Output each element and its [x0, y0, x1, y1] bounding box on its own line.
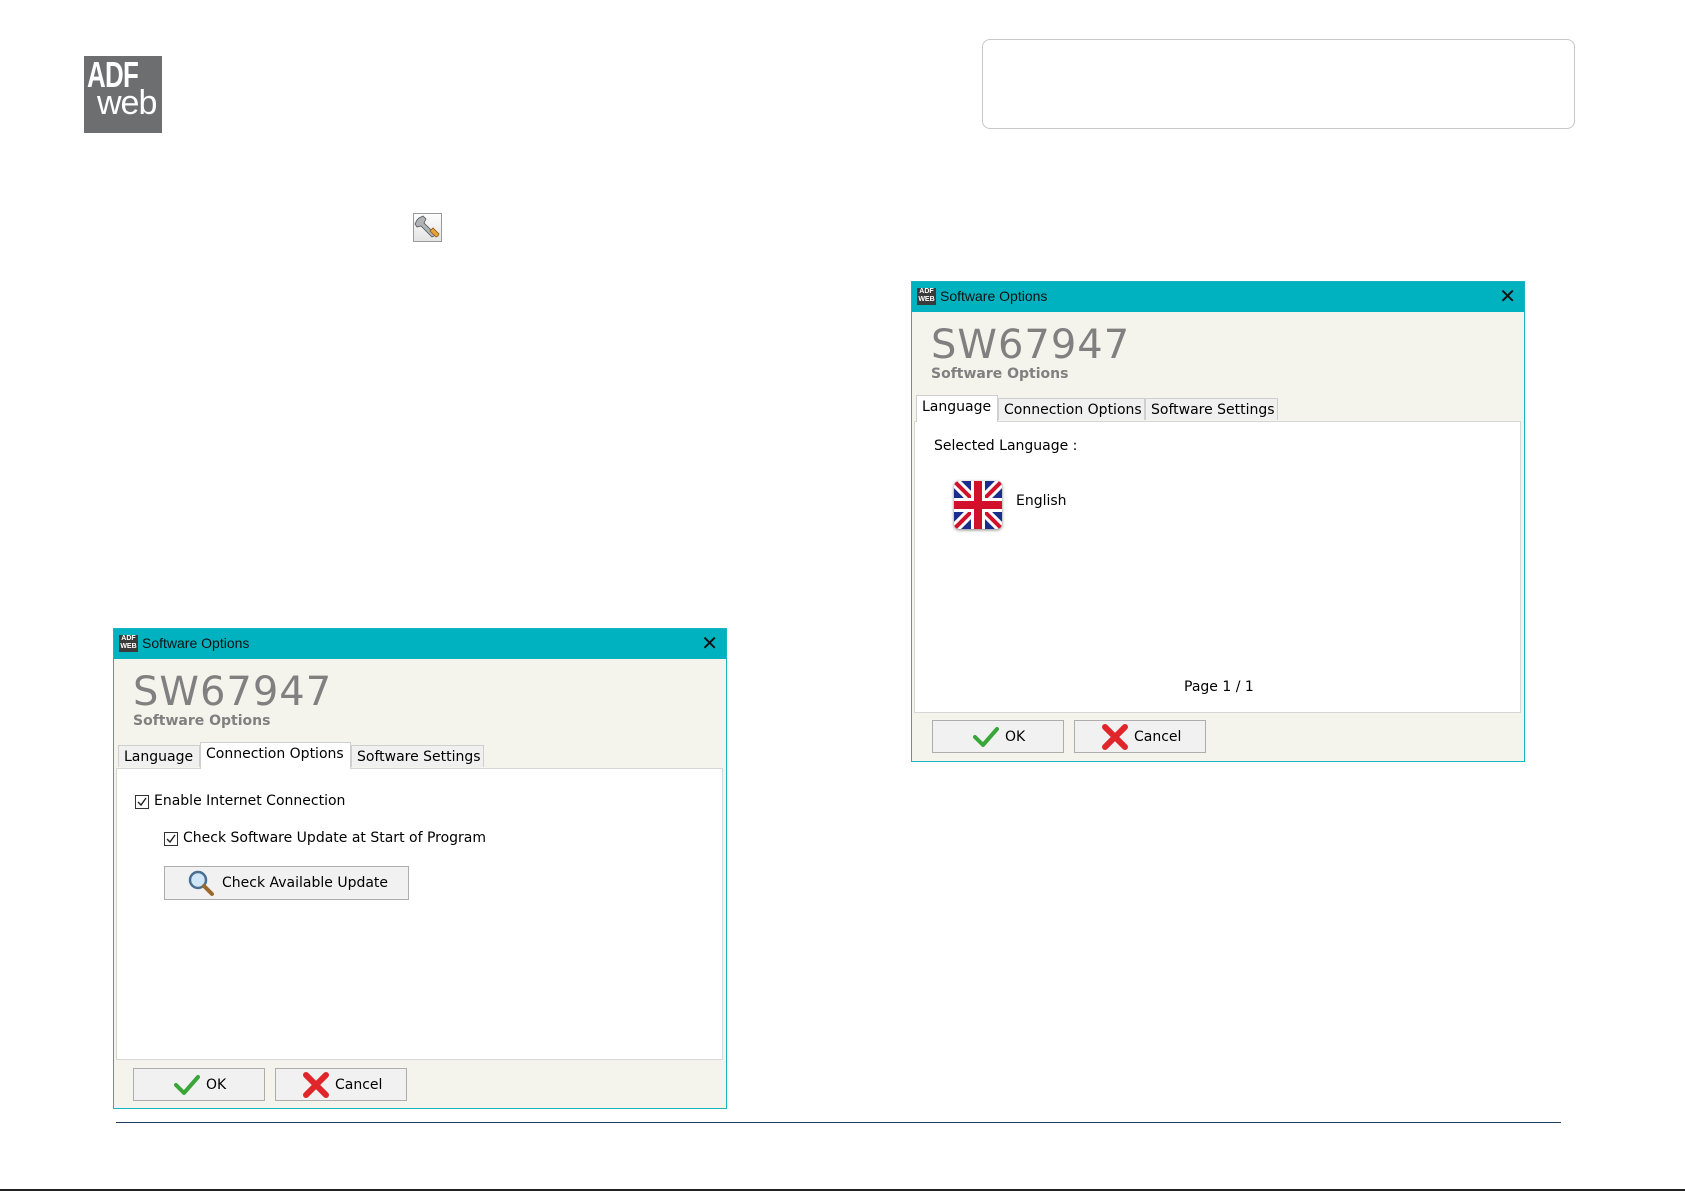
tab-software-settings[interactable]: Software Settings — [1145, 398, 1278, 420]
cancel-button[interactable]: Cancel — [1074, 720, 1206, 753]
page-indicator: Page 1 / 1 — [1184, 679, 1254, 695]
ok-button[interactable]: OK — [932, 720, 1064, 753]
dialog-subheading: Software Options — [931, 366, 1069, 382]
green-check-icon — [174, 1075, 200, 1095]
check-available-update-label: Check Available Update — [222, 875, 389, 891]
product-code-heading: SW67947 — [931, 322, 1131, 368]
tab-connection-options[interactable]: Connection Options — [200, 742, 351, 769]
footer-divider — [116, 1122, 1561, 1123]
product-code-heading: SW67947 — [133, 669, 333, 715]
software-options-dialog-language: ADF WEB Software Options ✕ SW67947 Softw… — [911, 281, 1525, 762]
tab-panel-language: Selected Language : English Page 1 / 1 — [914, 421, 1521, 713]
magnifier-icon — [188, 870, 214, 896]
selected-language-label: Selected Language : — [934, 438, 1078, 454]
enable-internet-checkbox[interactable] — [135, 795, 149, 809]
cancel-label: Cancel — [1134, 729, 1182, 745]
red-x-icon — [1102, 724, 1128, 750]
ok-label: OK — [1005, 729, 1026, 745]
close-icon[interactable]: ✕ — [1499, 284, 1516, 308]
red-x-icon — [303, 1072, 329, 1098]
check-update-checkbox[interactable] — [164, 832, 178, 846]
titlebar[interactable]: ADF WEB Software Options ✕ — [114, 629, 726, 659]
check-update-label[interactable]: Check Software Update at Start of Progra… — [183, 830, 486, 846]
dialog-subheading: Software Options — [133, 713, 271, 729]
titlebar[interactable]: ADF WEB Software Options ✕ — [912, 282, 1524, 312]
check-available-update-button[interactable]: Check Available Update — [164, 866, 409, 900]
wrench-screwdriver-icon — [413, 213, 442, 242]
app-icon: ADF WEB — [917, 288, 936, 305]
cancel-label: Cancel — [335, 1077, 383, 1093]
tab-language[interactable]: Language — [916, 395, 998, 422]
ok-button[interactable]: OK — [133, 1068, 265, 1101]
tab-connection-options[interactable]: Connection Options — [998, 398, 1145, 420]
language-name[interactable]: English — [1016, 493, 1067, 509]
logo-text-web: web — [97, 84, 157, 122]
header-title-box — [982, 39, 1575, 129]
window-title: Software Options — [940, 288, 1048, 304]
union-jack-flag-icon[interactable] — [954, 481, 1002, 529]
green-check-icon — [973, 727, 999, 747]
close-icon[interactable]: ✕ — [701, 631, 718, 655]
ok-label: OK — [206, 1077, 227, 1093]
adf-web-logo: ADF web — [84, 56, 162, 133]
enable-internet-label[interactable]: Enable Internet Connection — [154, 793, 345, 809]
window-title: Software Options — [142, 635, 250, 651]
tab-language[interactable]: Language — [118, 745, 200, 767]
app-icon: ADF WEB — [119, 635, 138, 652]
tab-software-settings[interactable]: Software Settings — [351, 745, 484, 767]
cancel-button[interactable]: Cancel — [275, 1068, 407, 1101]
tab-panel-connection: Enable Internet Connection Check Softwar… — [116, 768, 723, 1060]
software-options-dialog-connection: ADF WEB Software Options ✕ SW67947 Softw… — [113, 628, 727, 1109]
